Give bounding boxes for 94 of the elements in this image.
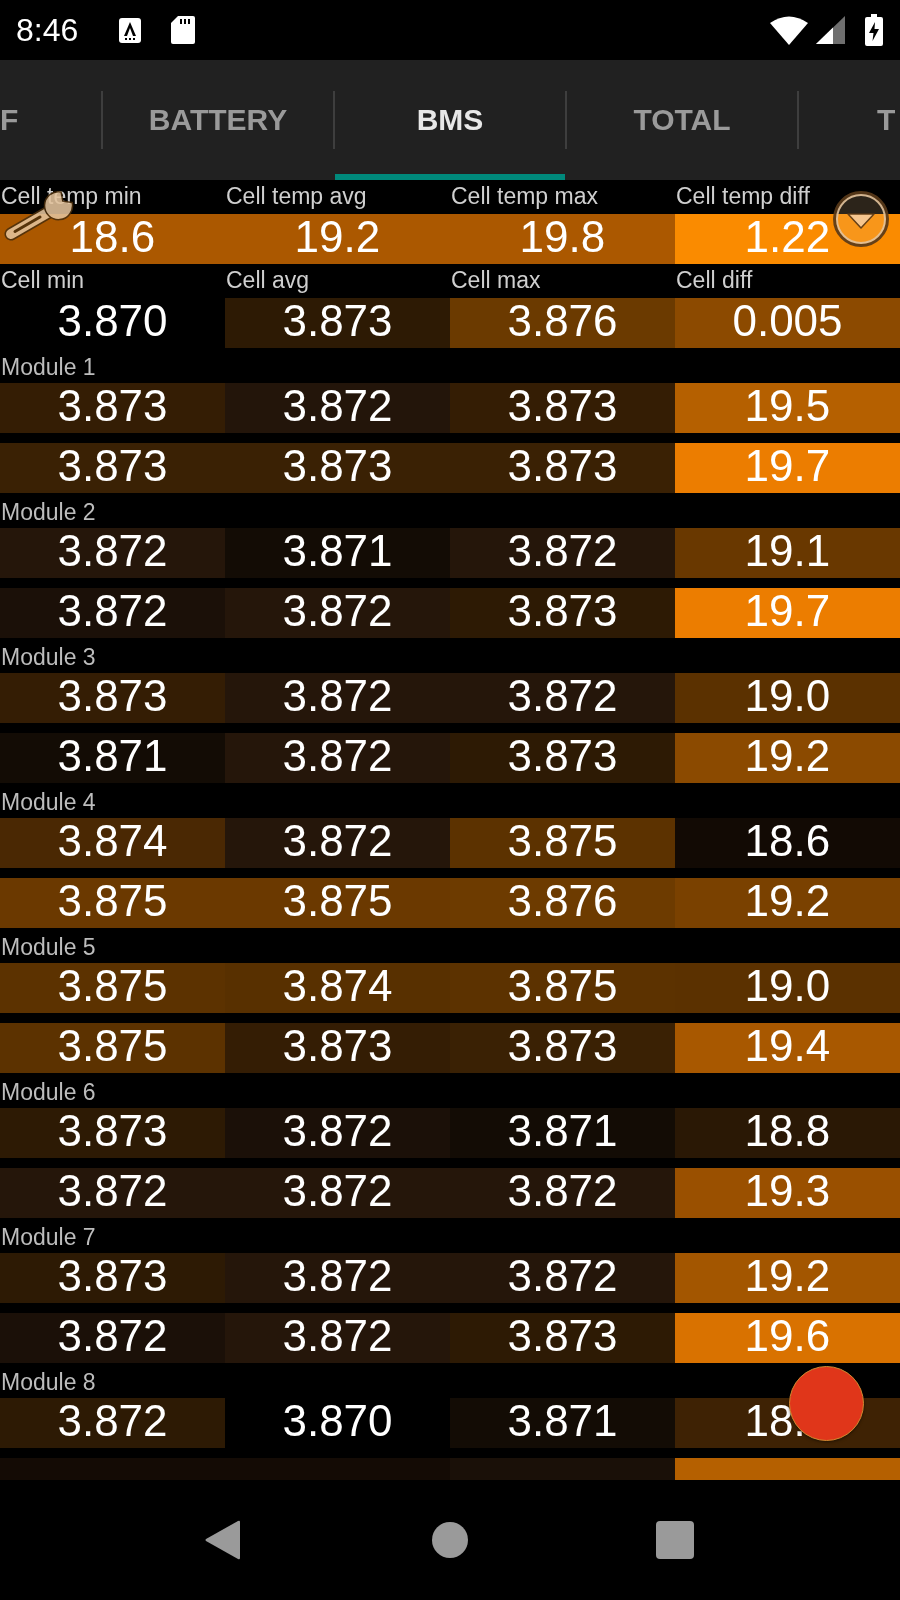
table-cell: 3.874 xyxy=(225,963,450,1013)
table-cell: 3.873 xyxy=(0,1108,225,1158)
sd-card-icon xyxy=(171,16,195,44)
battery-charging-icon xyxy=(865,14,883,46)
table-cell: 3.875 xyxy=(225,878,450,928)
module-title: Module 7 xyxy=(0,1223,96,1252)
table-cell: 3.872 xyxy=(225,1253,450,1303)
table-cell: 3.872 xyxy=(225,1168,450,1218)
table-cell: 18.8 xyxy=(675,1108,900,1158)
module-title: Module 6 xyxy=(0,1078,96,1107)
table-cell: 3.872 xyxy=(450,528,675,578)
table-cell: 19.0 xyxy=(675,673,900,723)
table-cell: 3.872 xyxy=(450,1168,675,1218)
table-cell: 3.872 xyxy=(450,673,675,723)
table-cell: 3.872 xyxy=(225,1108,450,1158)
column-header: Cell temp max xyxy=(450,182,598,210)
wifi-icon xyxy=(770,15,808,45)
table-cell: 1.22 xyxy=(675,214,900,264)
table-cell: 3.875 xyxy=(0,963,225,1013)
table-cell: 19.2 xyxy=(675,1253,900,1303)
module-title: Module 3 xyxy=(0,643,96,672)
table-cell: 3.875 xyxy=(0,1023,225,1073)
tab[interactable]: BMS xyxy=(335,60,565,180)
table-cell: 3.871 xyxy=(225,528,450,578)
dropdown-icon[interactable] xyxy=(832,190,890,248)
table-cell: 3.872 xyxy=(225,733,450,783)
table-cell: 19.1 xyxy=(675,528,900,578)
table-cell: 3.873 xyxy=(450,1023,675,1073)
module-title: Module 4 xyxy=(0,788,96,817)
column-header: Cell max xyxy=(450,266,541,294)
table-cell: 3.872 xyxy=(0,588,225,638)
table-cell: 3.873 xyxy=(0,443,225,493)
tab[interactable]: T xyxy=(799,60,900,180)
clock: 8:46 xyxy=(16,12,80,48)
table-cell: 19.3 xyxy=(675,1168,900,1218)
table-cell: 3.871 xyxy=(0,733,225,783)
table-cell: 18.6 xyxy=(0,214,225,264)
table-cell: 3.872 xyxy=(225,673,450,723)
table-cell: 19.7 xyxy=(675,443,900,493)
table-cell: 3.871 xyxy=(450,1398,675,1448)
table-cell: 3.875 xyxy=(450,818,675,868)
column-header: Cell temp avg xyxy=(225,182,367,210)
table-cell: 3.873 xyxy=(450,733,675,783)
table-cell: 19.8 xyxy=(450,214,675,264)
table-cell: 19.6 xyxy=(675,1313,900,1363)
table-cell: 19.2 xyxy=(225,214,450,264)
module-title: Module 5 xyxy=(0,933,96,962)
table-cell: 3.873 xyxy=(450,1313,675,1363)
table-cell: 3.873 xyxy=(225,298,450,348)
table-cell: 3.875 xyxy=(450,963,675,1013)
table-cell: 3.873 xyxy=(450,383,675,433)
table-cell: 19.5 xyxy=(675,383,900,433)
table-cell: 3.873 xyxy=(450,588,675,638)
back-icon[interactable] xyxy=(205,1520,240,1560)
table-cell: 3.872 xyxy=(225,818,450,868)
table-cell: 3.875 xyxy=(0,878,225,928)
signal-icon xyxy=(816,16,845,44)
table-cell: 3.873 xyxy=(225,443,450,493)
table-cell: 3.873 xyxy=(225,1023,450,1073)
table-cell: 3.871 xyxy=(450,1108,675,1158)
table-cell: 19.7 xyxy=(675,588,900,638)
table-cell: 3.873 xyxy=(450,443,675,493)
table-cell: 3.872 xyxy=(450,1253,675,1303)
column-header: Cell avg xyxy=(225,266,310,294)
table-cell: 0.005 xyxy=(675,298,900,348)
table-cell: 19.4 xyxy=(675,1023,900,1073)
table-cell: 3.872 xyxy=(225,1313,450,1363)
table-cell: 3.876 xyxy=(450,298,675,348)
table-cell: 3.872 xyxy=(0,1398,225,1448)
table-cell: 3.873 xyxy=(0,673,225,723)
tab[interactable]: F xyxy=(0,60,101,180)
module-title: Module 1 xyxy=(0,353,96,382)
module-title: Module 8 xyxy=(0,1368,96,1397)
column-header: Cell min xyxy=(0,266,85,294)
home-icon[interactable] xyxy=(432,1522,468,1558)
app-notification-icon xyxy=(119,17,141,43)
table-cell: 3.872 xyxy=(0,528,225,578)
table-cell: 3.872 xyxy=(0,1168,225,1218)
table-cell: 19.2 xyxy=(675,733,900,783)
table-cell: 18.6 xyxy=(675,818,900,868)
table-cell: 19.0 xyxy=(675,963,900,1013)
column-header: Cell diff xyxy=(675,266,753,294)
module-title: Module 2 xyxy=(0,498,96,527)
tab[interactable]: BATTERY xyxy=(103,60,333,180)
table-cell: 3.872 xyxy=(225,588,450,638)
table-cell: 19.2 xyxy=(675,878,900,928)
table-cell: 3.872 xyxy=(0,1313,225,1363)
table-cell: 3.874 xyxy=(0,818,225,868)
table-cell: 3.873 xyxy=(0,383,225,433)
tab[interactable]: TOTAL xyxy=(567,60,797,180)
table-cell: 3.872 xyxy=(225,383,450,433)
column-header: Cell temp diff xyxy=(675,182,810,210)
table-cell: 3.873 xyxy=(0,1253,225,1303)
table-cell: 3.876 xyxy=(450,878,675,928)
